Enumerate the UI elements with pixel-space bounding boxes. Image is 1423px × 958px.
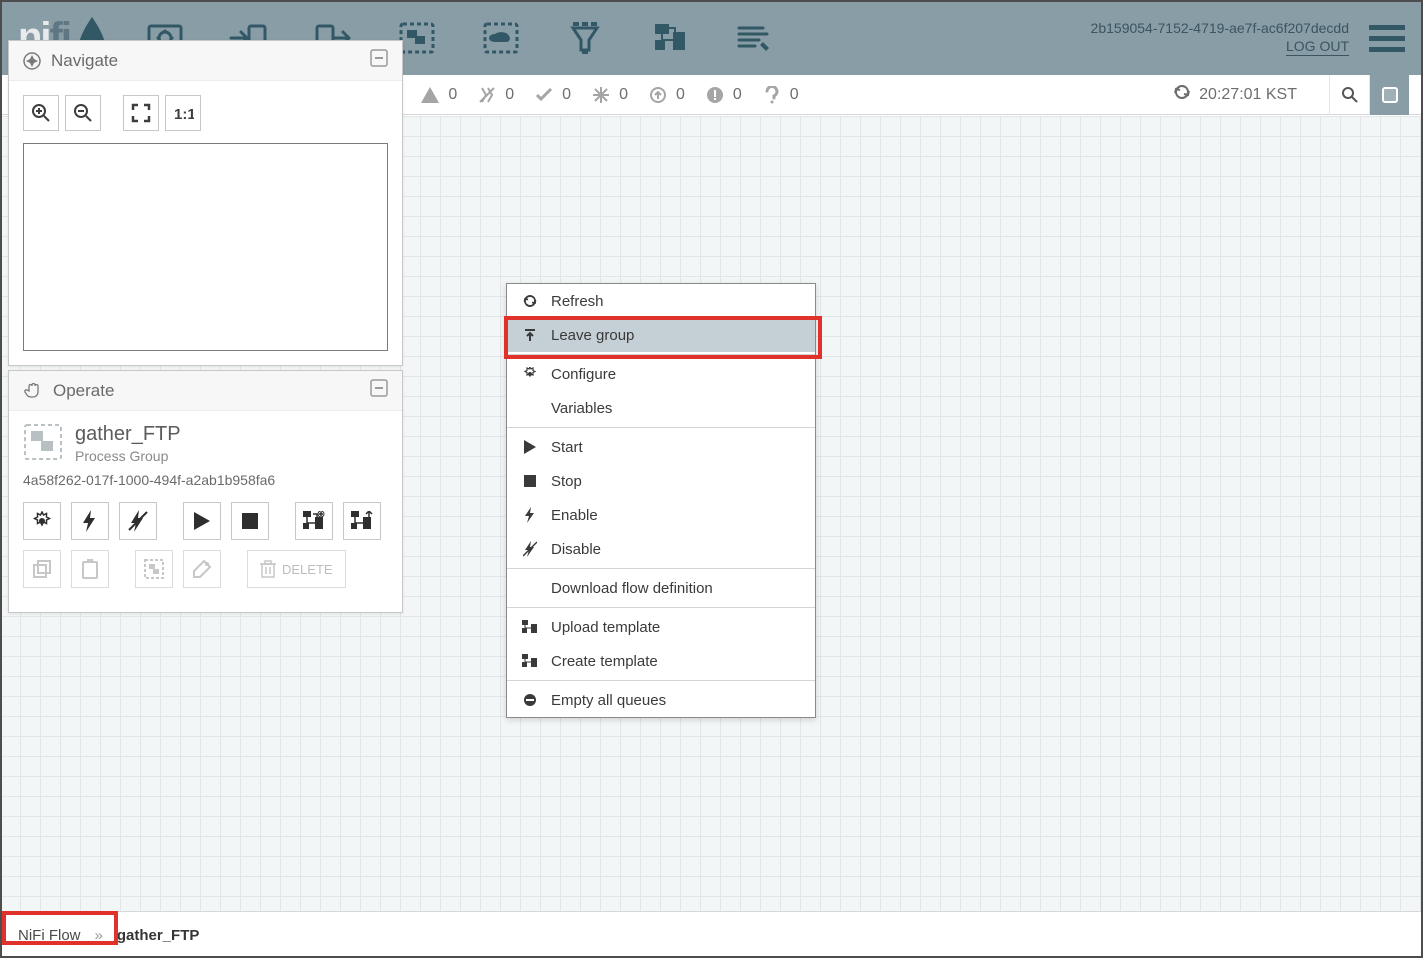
- ctx-stop-label: Stop: [551, 473, 582, 490]
- template-up-icon: [521, 620, 539, 634]
- ctx-create-label: Create template: [551, 653, 658, 670]
- configure-button[interactable]: [23, 502, 61, 540]
- ctx-enable[interactable]: Enable: [507, 498, 815, 532]
- disabled-count: 0: [505, 86, 514, 104]
- zoom-out-button[interactable]: [65, 95, 101, 131]
- operate-group-name: gather_FTP: [75, 423, 181, 446]
- ctx-download-label: Download flow definition: [551, 580, 713, 597]
- ctx-refresh-label: Refresh: [551, 293, 604, 310]
- play-icon: [521, 440, 539, 454]
- bolt-icon: [521, 507, 539, 523]
- ctx-configure[interactable]: Configure: [507, 357, 815, 391]
- copy-button: [23, 550, 61, 588]
- chevron-right-icon: »: [95, 927, 103, 944]
- navigate-panel: Navigate 1:1: [8, 40, 403, 366]
- invalid-icon: [420, 85, 440, 105]
- delete-button: DELETE: [247, 550, 346, 588]
- ctx-stop[interactable]: Stop: [507, 464, 815, 498]
- template-tool-icon[interactable]: [647, 16, 691, 60]
- breadcrumb-root[interactable]: NiFi Flow: [18, 927, 81, 944]
- process-group-icon: [23, 423, 63, 464]
- arrow-up-icon: [648, 85, 668, 105]
- template-plus-icon: [521, 654, 539, 668]
- collapse-icon[interactable]: [370, 379, 388, 402]
- birdseye-view[interactable]: [23, 143, 388, 351]
- timestamp: 20:27:01 KST: [1199, 86, 1297, 104]
- ctx-upload-label: Upload template: [551, 619, 660, 636]
- ctx-leave-group[interactable]: Leave group: [507, 318, 815, 352]
- question-icon: [762, 85, 782, 105]
- stop-icon: [521, 475, 539, 487]
- leave-group-icon: [521, 328, 539, 342]
- check-icon: [534, 85, 554, 105]
- stop-button[interactable]: [231, 502, 269, 540]
- compass-icon: [23, 52, 41, 70]
- asterisk-icon: [591, 85, 611, 105]
- gear-icon: [521, 367, 539, 381]
- svg-text:1:1: 1:1: [174, 106, 194, 123]
- hamburger-menu-icon[interactable]: [1369, 23, 1405, 53]
- header-user-area: 2b159054-7152-4719-ae7f-ac6f207decdd LOG…: [1091, 20, 1349, 56]
- start-button[interactable]: [183, 502, 221, 540]
- upload-template-button[interactable]: [343, 502, 381, 540]
- ctx-variables-label: Variables: [551, 400, 612, 417]
- ctx-leave-label: Leave group: [551, 327, 634, 344]
- bulletin-board-button[interactable]: [1369, 75, 1409, 115]
- ctx-refresh[interactable]: Refresh: [507, 284, 815, 318]
- delete-label: DELETE: [282, 562, 333, 577]
- refresh-icon[interactable]: [1173, 83, 1191, 106]
- ctx-start-label: Start: [551, 439, 583, 456]
- logout-link[interactable]: LOG OUT: [1286, 38, 1349, 56]
- navigate-title: Navigate: [51, 51, 118, 71]
- disable-button[interactable]: [119, 502, 157, 540]
- ctx-configure-label: Configure: [551, 366, 616, 383]
- session-id: 2b159054-7152-4719-ae7f-ac6f207decdd: [1091, 20, 1349, 36]
- fit-button[interactable]: [123, 95, 159, 131]
- breadcrumb: NiFi Flow » gather_FTP: [0, 911, 1423, 958]
- paste-button: [71, 550, 109, 588]
- version-stale-count: 0: [676, 86, 685, 104]
- ctx-variables[interactable]: Variables: [507, 391, 815, 425]
- hand-icon: [23, 381, 43, 401]
- group-button: [135, 550, 173, 588]
- create-template-button[interactable]: [295, 502, 333, 540]
- ctx-empty-queues[interactable]: Empty all queues: [507, 683, 815, 717]
- ctx-download-flow[interactable]: Download flow definition: [507, 571, 815, 605]
- actual-size-button[interactable]: 1:1: [165, 95, 201, 131]
- label-tool-icon[interactable]: [731, 16, 775, 60]
- funnel-tool-icon[interactable]: [563, 16, 607, 60]
- operate-group-type: Process Group: [75, 448, 181, 464]
- context-menu: Refresh Leave group Configure Variables …: [506, 283, 816, 718]
- operate-title: Operate: [53, 381, 114, 401]
- zoom-in-button[interactable]: [23, 95, 59, 131]
- disabled-icon: [477, 85, 497, 105]
- bulletin-icon: [705, 85, 725, 105]
- ctx-empty-label: Empty all queues: [551, 692, 666, 709]
- ctx-start[interactable]: Start: [507, 430, 815, 464]
- minus-circle-icon: [521, 693, 539, 707]
- ok-count: 0: [562, 86, 571, 104]
- invalid-count: 0: [448, 86, 457, 104]
- refresh-icon: [521, 294, 539, 308]
- ctx-create-template[interactable]: Create template: [507, 644, 815, 678]
- operate-panel: Operate gather_FTP Process Group 4a58f26…: [8, 370, 403, 613]
- ctx-enable-label: Enable: [551, 507, 598, 524]
- collapse-icon[interactable]: [370, 49, 388, 72]
- version-sync-count: 0: [619, 86, 628, 104]
- bolt-slash-icon: [521, 541, 539, 557]
- ctx-disable-label: Disable: [551, 541, 601, 558]
- bulletin-count: 0: [733, 86, 742, 104]
- ctx-upload-template[interactable]: Upload template: [507, 610, 815, 644]
- question-count: 0: [790, 86, 799, 104]
- enable-button[interactable]: [71, 502, 109, 540]
- breadcrumb-current: gather_FTP: [117, 927, 200, 944]
- color-button: [183, 550, 221, 588]
- search-button[interactable]: [1329, 75, 1369, 115]
- operate-group-id: 4a58f262-017f-1000-494f-a2ab1b958fa6: [23, 472, 388, 488]
- remote-process-group-tool-icon[interactable]: [479, 16, 523, 60]
- ctx-disable[interactable]: Disable: [507, 532, 815, 566]
